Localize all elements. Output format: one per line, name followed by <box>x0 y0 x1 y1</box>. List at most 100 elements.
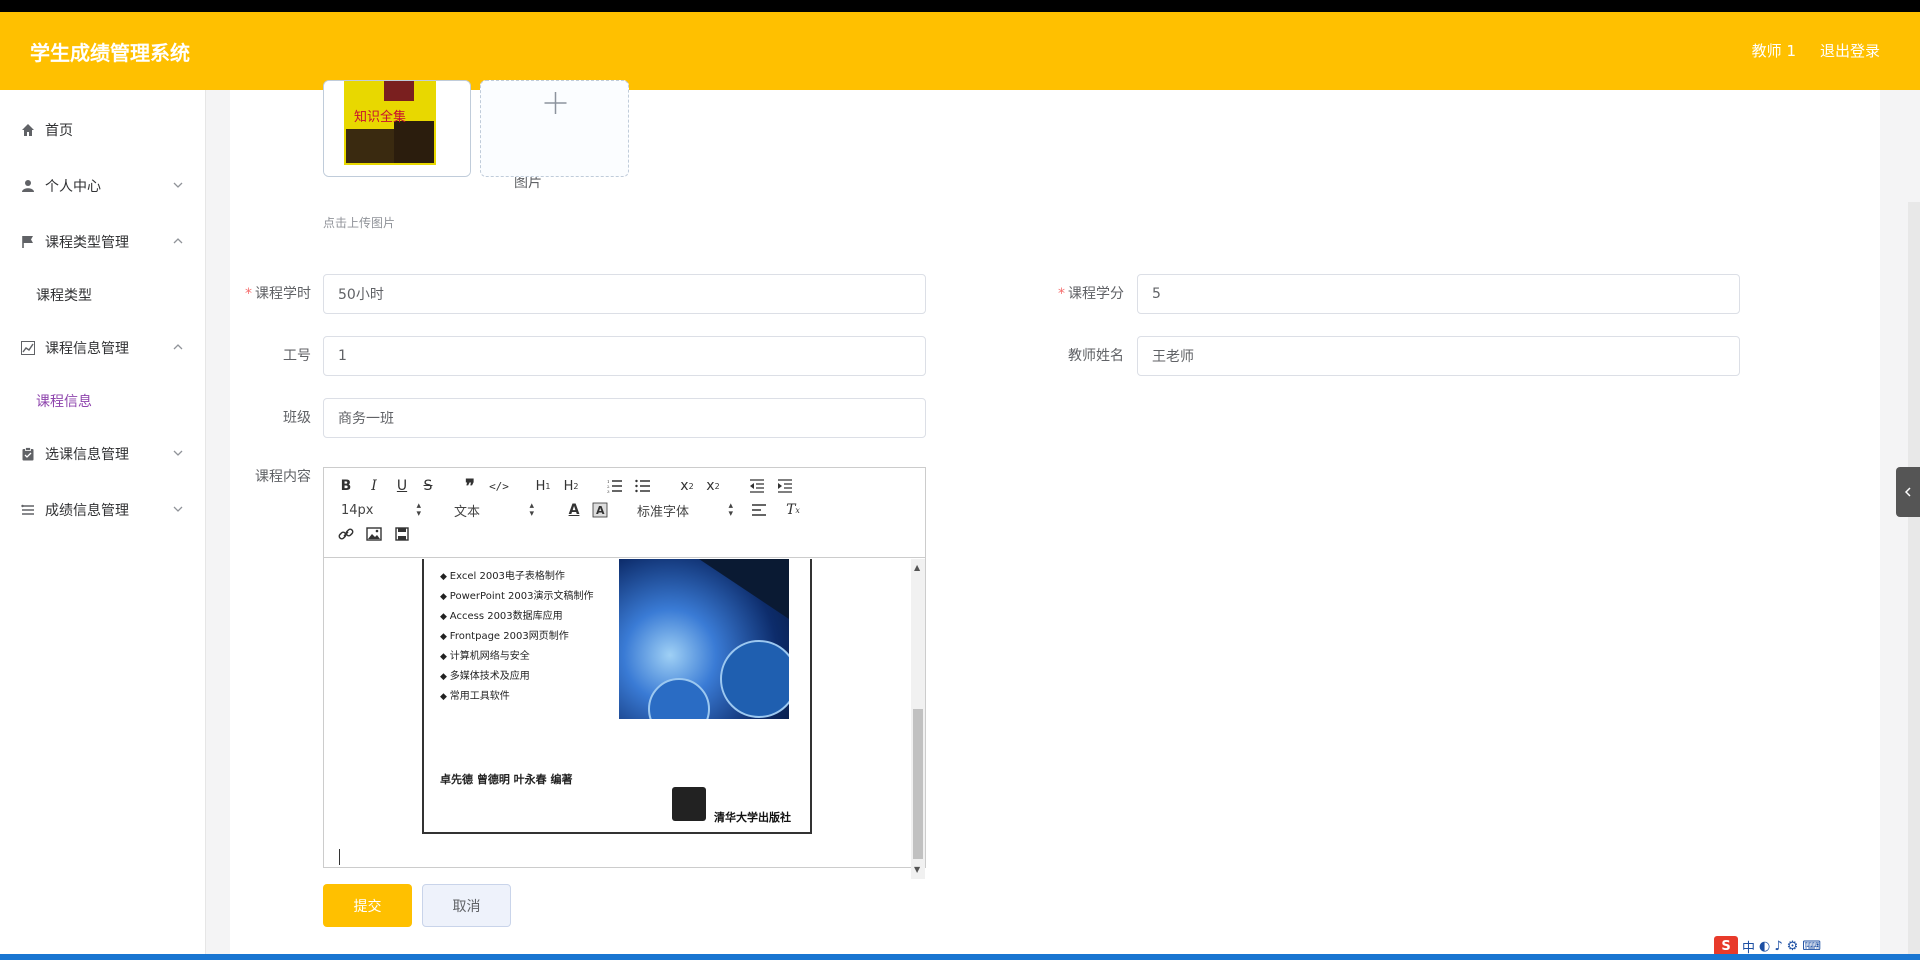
strike-button[interactable]: S <box>418 476 438 496</box>
book-list-item: 常用工具软件 <box>440 687 594 707</box>
current-user-link[interactable]: 教师 1 <box>1752 40 1796 61</box>
uploaded-image-thumbnail[interactable]: 知识全集 <box>323 80 471 177</box>
book-list-item: Access 2003数据库应用 <box>440 607 594 627</box>
publisher-logo <box>672 787 706 821</box>
clear-format-button[interactable]: Tx <box>783 500 803 520</box>
app-title: 学生成绩管理系统 <box>30 41 190 65</box>
bold-button[interactable]: B <box>336 476 356 496</box>
credit-label: * 课程学分 <box>1014 283 1124 303</box>
sidebar-item-course-type-management[interactable]: 课程类型管理 <box>0 222 206 262</box>
trend-chart-icon <box>20 340 36 356</box>
sidebar-item-selection-management[interactable]: 选课信息管理 <box>0 434 206 474</box>
top-header: 学生成绩管理系统 教师 1 退出登录 <box>0 12 1920 90</box>
chevron-left-icon <box>1904 487 1911 497</box>
book-authors: 卓先德 曾德明 叶永春 编著 <box>440 773 573 786</box>
required-star: * <box>1058 286 1065 302</box>
underline-button[interactable]: U <box>392 476 412 496</box>
image-icon[interactable] <box>364 524 384 544</box>
flag-icon <box>20 234 36 250</box>
sidebar-item-label: 成绩信息管理 <box>45 503 129 519</box>
font-color-button[interactable]: A <box>564 500 584 520</box>
font-size-value: 14px <box>341 502 374 518</box>
align-icon[interactable] <box>749 500 769 520</box>
select-arrows-icon: ▴ ▾ <box>728 501 733 519</box>
indent-icon[interactable] <box>775 476 795 496</box>
editor-content-area[interactable]: Excel 2003电子表格制作 PowerPoint 2003演示文稿制作 A… <box>324 559 925 879</box>
sidebar-subitem-course-info[interactable]: 课程信息 <box>0 381 206 421</box>
editor-scroll-thumb[interactable] <box>913 709 923 859</box>
book-list-item: Frontpage 2003网页制作 <box>440 627 594 647</box>
book-publisher: 清华大学出版社 <box>714 811 791 824</box>
required-star: * <box>245 286 252 302</box>
sidebar-item-label: 课程类型管理 <box>45 235 129 251</box>
side-collapse-tab[interactable] <box>1896 467 1920 517</box>
cover-title-text: 知识全集 <box>354 109 406 125</box>
ime-logo-icon[interactable]: S <box>1714 936 1738 954</box>
hours-input[interactable]: 50小时 <box>323 274 926 314</box>
class-input[interactable]: 商务一班 <box>323 398 926 438</box>
scroll-down-arrow-icon[interactable]: ▼ <box>914 865 920 874</box>
page-scrollbar[interactable] <box>1908 202 1920 954</box>
block-type-select[interactable]: 文本 ▴ ▾ <box>454 500 534 520</box>
ime-skin-icon[interactable]: ⚙ <box>1787 939 1799 954</box>
user-icon <box>20 178 36 194</box>
chevron-down-icon <box>173 450 183 456</box>
bullet-list-icon[interactable] <box>633 476 653 496</box>
sidebar-menu: 首页 个人中心 课程类型管理 课程类型 课程信息管理 课程信息 选课信息管理 成… <box>0 90 206 954</box>
list-icon <box>20 502 36 518</box>
ime-mic-icon[interactable]: ♪ <box>1774 939 1782 954</box>
ime-punct-icon[interactable]: ◐ <box>1759 939 1770 954</box>
svg-text:A: A <box>596 504 605 517</box>
subscript-button[interactable]: x2 <box>677 476 697 496</box>
plus-icon <box>544 92 567 114</box>
select-arrows-icon: ▴ ▾ <box>529 501 534 519</box>
ime-mode-icon[interactable]: 中 <box>1742 937 1755 955</box>
logout-link[interactable]: 退出登录 <box>1820 40 1880 61</box>
image-upload-button[interactable] <box>480 80 629 177</box>
background-color-icon[interactable]: A <box>590 500 610 520</box>
font-family-value: 标准字体 <box>637 504 690 520</box>
submit-button[interactable]: 提交 <box>323 884 412 927</box>
blockquote-button[interactable]: ❞ <box>460 476 480 497</box>
hours-label: * 课程学时 <box>201 283 311 303</box>
block-type-value: 文本 <box>454 504 481 520</box>
superscript-button[interactable]: x2 <box>703 476 723 496</box>
job-no-label: 工号 <box>283 348 311 364</box>
heading2-button[interactable]: H2 <box>561 476 581 496</box>
book-list-item: 多媒体技术及应用 <box>440 667 594 687</box>
sidebar-item-home[interactable]: 首页 <box>0 110 206 150</box>
content-label: 课程内容 <box>255 469 311 485</box>
upload-tip: 点击上传图片 <box>323 216 396 230</box>
heading1-button[interactable]: H1 <box>533 476 553 496</box>
credit-input[interactable]: 5 <box>1137 274 1740 314</box>
clipboard-icon <box>20 446 36 462</box>
editor-scrollbar[interactable]: ▲ ▼ <box>911 559 925 879</box>
video-icon[interactable] <box>392 524 412 544</box>
sidebar-item-grade-management[interactable]: 成绩信息管理 <box>0 490 206 530</box>
sidebar-subitem-course-type[interactable]: 课程类型 <box>0 275 206 315</box>
link-icon[interactable] <box>336 524 356 544</box>
outdent-icon[interactable] <box>747 476 767 496</box>
scroll-up-arrow-icon[interactable]: ▲ <box>914 563 920 572</box>
teacher-name-input[interactable]: 王老师 <box>1137 336 1740 376</box>
app-window: 学生成绩管理系统 教师 1 退出登录 首页 个人中心 课程类型管理 课程类型 课… <box>0 12 1920 954</box>
ime-toolbar: S 中 ◐ ♪ ⚙ ⌨ <box>1714 936 1821 954</box>
font-size-select[interactable]: 14px ▴ ▾ <box>341 500 421 520</box>
sidebar-subitem-label: 课程信息 <box>36 394 92 410</box>
job-no-input[interactable]: 1 <box>323 336 926 376</box>
italic-button[interactable]: I <box>364 476 384 496</box>
book-list-item: Excel 2003电子表格制作 <box>440 567 594 587</box>
class-label: 班级 <box>283 410 311 426</box>
sidebar-item-profile[interactable]: 个人中心 <box>0 166 206 206</box>
font-family-select[interactable]: 标准字体 ▴ ▾ <box>637 500 733 520</box>
form-card: 图片 知识全集 点击上传图片 * 课程学时 50小时 * 课程学分 5 工号 1… <box>230 80 1880 954</box>
ime-keyboard-icon[interactable]: ⌨ <box>1802 939 1821 954</box>
ordered-list-icon[interactable]: 123 <box>605 476 625 496</box>
sidebar-item-course-info-management[interactable]: 课程信息管理 <box>0 328 206 368</box>
chevron-down-icon <box>173 506 183 512</box>
cancel-button[interactable]: 取消 <box>422 884 511 927</box>
sidebar-item-label: 个人中心 <box>45 179 101 195</box>
credit-label-text: 课程学分 <box>1068 286 1124 302</box>
code-block-button[interactable]: </> <box>489 476 509 496</box>
text-caret <box>339 849 340 865</box>
